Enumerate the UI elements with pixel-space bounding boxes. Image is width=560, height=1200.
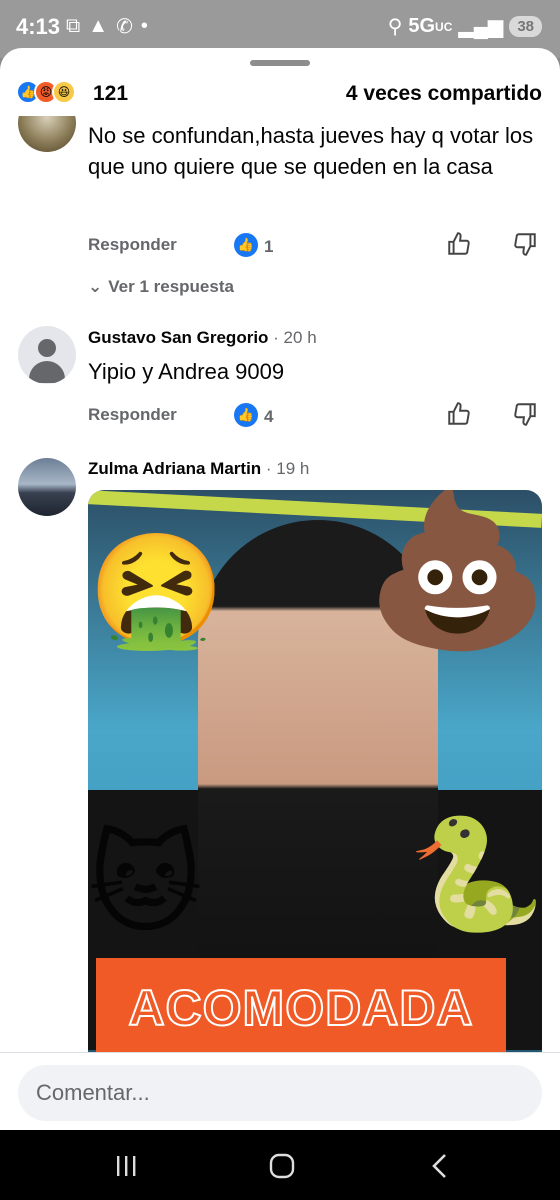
like-badge-icon: 👍 bbox=[234, 403, 258, 427]
system-nav-bar bbox=[0, 1130, 560, 1200]
network-label: 5G bbox=[408, 15, 436, 37]
comment-time: · 19 h bbox=[265, 459, 310, 478]
commenter-avatar[interactable] bbox=[18, 326, 76, 384]
commenter-avatar[interactable] bbox=[18, 458, 76, 516]
image-caption: ACOMODADA bbox=[96, 958, 506, 1058]
comment-actions: Responder 👍 4 bbox=[88, 402, 548, 435]
like-badge-icon: 👍 bbox=[234, 233, 258, 257]
comment-time: · 20 h bbox=[273, 328, 317, 347]
comment-text: Yipio y Andrea 9009 bbox=[88, 359, 285, 384]
screenshot-icon: ⧉ bbox=[66, 15, 81, 37]
comment-image[interactable]: 🤮 💩 🐱 🐍 ACOMODADA bbox=[88, 490, 542, 1090]
back-icon[interactable] bbox=[420, 1148, 460, 1184]
thumbs-up-icon[interactable] bbox=[446, 231, 472, 262]
chevron-down-icon: ⌄ bbox=[88, 277, 103, 296]
thumbs-down-icon[interactable] bbox=[512, 401, 538, 432]
comment-composer bbox=[0, 1052, 560, 1130]
drag-handle[interactable] bbox=[250, 60, 310, 66]
navigation-arrow-icon: ▲ bbox=[88, 15, 109, 37]
recent-apps-icon[interactable] bbox=[106, 1148, 146, 1184]
network-suffix: UC bbox=[435, 19, 453, 34]
battery-badge: 38 bbox=[509, 16, 542, 37]
status-time: 4:13 bbox=[16, 14, 61, 39]
comment-author[interactable]: Zulma Adriana Martin · 19 h bbox=[88, 459, 309, 479]
snake-emoji-icon: 🐍 bbox=[408, 813, 542, 936]
poop-emoji-icon: 💩 bbox=[364, 490, 542, 653]
cat-emoji-icon: 🐱 bbox=[88, 823, 203, 946]
whatsapp-icon: ✆ bbox=[116, 16, 133, 38]
comment-input[interactable] bbox=[18, 1065, 542, 1121]
view-replies-label: Ver 1 respuesta bbox=[108, 277, 234, 296]
thumbs-up-icon[interactable] bbox=[446, 401, 472, 432]
dot-icon: • bbox=[140, 15, 148, 37]
like-count: 1 bbox=[264, 237, 274, 256]
author-name[interactable]: Gustavo San Gregorio bbox=[88, 328, 268, 347]
view-replies-link[interactable]: ⌄ Ver 1 respuesta bbox=[88, 277, 234, 297]
reaction-summary: 👍 😡 😆 121 4 veces compartido bbox=[0, 76, 560, 116]
home-icon[interactable] bbox=[262, 1148, 302, 1184]
vomit-emoji-icon: 🤮 bbox=[88, 529, 225, 652]
reaction-count[interactable]: 121 bbox=[93, 82, 128, 106]
reaction-icons[interactable]: 👍 😡 😆 bbox=[16, 80, 76, 104]
haha-reaction-icon: 😆 bbox=[52, 80, 76, 104]
author-name[interactable]: Zulma Adriana Martin bbox=[88, 459, 261, 478]
thumbs-down-icon[interactable] bbox=[512, 231, 538, 262]
comments-sheet: 👍 😡 😆 121 4 veces compartido No se confu… bbox=[0, 48, 560, 1130]
reply-button[interactable]: Responder bbox=[88, 235, 177, 255]
comment-author[interactable]: Gustavo San Gregorio · 20 h bbox=[88, 328, 317, 348]
comment-text: No se confundan,hasta jueves hay q votar… bbox=[88, 123, 534, 179]
comment-actions: Responder 👍 1 bbox=[88, 232, 548, 265]
share-count[interactable]: 4 veces compartido bbox=[346, 82, 542, 106]
reply-button[interactable]: Responder bbox=[88, 405, 177, 425]
signal-icon: ▂▄▆ bbox=[458, 16, 504, 38]
location-icon: ⚲ bbox=[387, 16, 403, 38]
like-count: 4 bbox=[264, 407, 274, 426]
